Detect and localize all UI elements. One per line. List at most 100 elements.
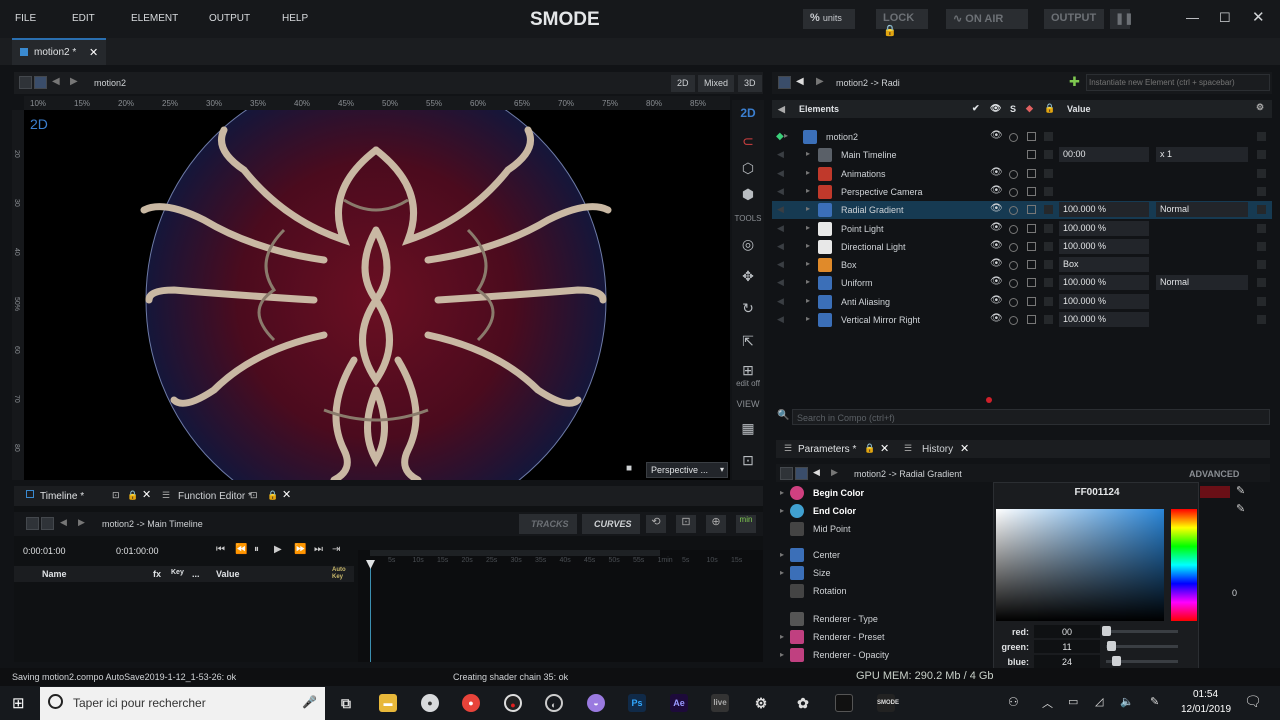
- lock-icon[interactable]: [19, 76, 32, 89]
- menu-help[interactable]: HELP: [282, 13, 308, 24]
- forward-arrow-icon[interactable]: ▶: [70, 76, 78, 87]
- expand-icon[interactable]: ▸: [806, 204, 810, 213]
- battery-icon[interactable]: ▭: [1068, 695, 1078, 708]
- back-arrow-icon[interactable]: ◀: [813, 467, 820, 478]
- viewport[interactable]: 2D ■ Perspective ... ▾: [24, 110, 730, 480]
- tab-parameters[interactable]: Parameters *: [798, 444, 856, 455]
- tab-function-editor[interactable]: Function Editor *: [178, 491, 252, 502]
- back-arrow-icon[interactable]: ◀: [60, 517, 67, 528]
- eye-icon[interactable]: 👁: [990, 258, 1003, 269]
- fit-icon[interactable]: ⊡: [676, 515, 696, 533]
- eye-icon[interactable]: 👁: [990, 295, 1003, 306]
- notifications-icon[interactable]: 🗨: [1244, 693, 1262, 710]
- enable-checkbox[interactable]: [1027, 186, 1036, 196]
- minimize-timeline-icon[interactable]: min: [736, 515, 756, 533]
- add-element-icon[interactable]: ✚: [1069, 74, 1080, 90]
- expand-icon[interactable]: ▸: [806, 186, 810, 195]
- solo-dot[interactable]: [1009, 187, 1018, 197]
- camera-select[interactable]: Perspective ... ▾: [646, 462, 728, 478]
- after-effects-icon[interactable]: Ae: [670, 694, 688, 712]
- back-arrow-icon[interactable]: ◀: [52, 76, 60, 87]
- cube-icon[interactable]: ⬢: [738, 186, 758, 206]
- element-lock[interactable]: [1044, 168, 1053, 178]
- channel-value[interactable]: 00: [1034, 625, 1100, 638]
- saturation-value-field[interactable]: [996, 509, 1164, 621]
- tab-timeline[interactable]: Timeline *: [40, 491, 84, 502]
- obs-icon[interactable]: ◐: [545, 694, 563, 712]
- channel-slider-thumb[interactable]: [1102, 626, 1111, 636]
- element-row[interactable]: ◀ ▸ Anti Aliasing 👁 100.000 %: [772, 293, 1272, 311]
- time-range-bar[interactable]: [370, 550, 660, 556]
- app-icon-4[interactable]: [835, 694, 853, 712]
- maximize-icon[interactable]: ☐: [1219, 10, 1231, 26]
- element-row[interactable]: ◀ ▸ Vertical Mirror Right 👁 100.000 %: [772, 311, 1272, 329]
- element-row[interactable]: ◀ ▸ Perspective Camera 👁: [772, 183, 1272, 201]
- lock-icon[interactable]: 🔒: [127, 490, 138, 501]
- element-value-2[interactable]: Normal: [1156, 202, 1248, 218]
- step-forward-icon[interactable]: ⏩: [294, 544, 306, 555]
- view-mixed-button[interactable]: Mixed: [698, 75, 735, 92]
- compo-search-input[interactable]: Search in Compo (ctrl+f): [792, 409, 1270, 425]
- parameter-row[interactable]: ▸ Renderer - Preset: [776, 628, 996, 646]
- element-value[interactable]: 100.000 %: [1059, 220, 1149, 236]
- expand-icon[interactable]: ▸: [780, 568, 784, 577]
- eye-icon[interactable]: 👁: [990, 167, 1003, 178]
- rotate-icon[interactable]: ↻: [738, 300, 758, 320]
- close-tab-icon[interactable]: ✕: [880, 442, 889, 455]
- menu-file[interactable]: FILE: [15, 13, 36, 24]
- parameter-row[interactable]: Renderer - Type: [776, 610, 996, 628]
- element-row[interactable]: ◀ ▸ Main Timeline 00:00 x 1: [772, 146, 1272, 164]
- solo-dot[interactable]: [1009, 224, 1018, 234]
- enable-checkbox[interactable]: [1027, 150, 1036, 160]
- element-value[interactable]: 00:00: [1059, 147, 1149, 163]
- enable-checkbox[interactable]: [1027, 223, 1036, 233]
- collapse-icon[interactable]: ◀: [778, 104, 785, 115]
- zoom-icon[interactable]: ⊕: [706, 515, 726, 533]
- snapshot-icon[interactable]: ⊡: [738, 452, 758, 472]
- eye-icon[interactable]: 👁: [990, 222, 1003, 233]
- enable-checkbox[interactable]: [1027, 168, 1036, 178]
- parameter-row[interactable]: ▸ Renderer - Opacity: [776, 646, 996, 664]
- lock-icon[interactable]: [26, 517, 39, 530]
- lock-icon-2[interactable]: 🔒: [267, 490, 278, 501]
- taskbar-search[interactable]: Taper ici pour rechercher 🎤: [40, 687, 325, 720]
- scale-icon[interactable]: ⇱: [738, 333, 758, 353]
- forward-arrow-icon[interactable]: ▶: [816, 76, 824, 87]
- solo-dot[interactable]: [1009, 279, 1018, 289]
- solo-dot[interactable]: [1009, 242, 1018, 252]
- element-value[interactable]: 100.000 %: [1059, 275, 1149, 291]
- curves-button[interactable]: CURVES: [582, 514, 640, 534]
- solo-dot[interactable]: [1009, 133, 1018, 142]
- element-value[interactable]: 100.000 %: [1059, 312, 1149, 327]
- playhead[interactable]: [370, 564, 371, 662]
- chrome-icon[interactable]: ●: [462, 694, 480, 712]
- expand-icon[interactable]: ▸: [806, 168, 810, 177]
- enable-checkbox[interactable]: [1027, 132, 1036, 141]
- grid-icon[interactable]: ▦: [738, 420, 758, 440]
- element-row[interactable]: ◀ ▸ Point Light 👁 100.000 %: [772, 220, 1272, 238]
- photoshop-icon[interactable]: Ps: [628, 694, 646, 712]
- element-row[interactable]: ◀ ▸ Directional Light 👁 100.000 %: [772, 238, 1272, 256]
- advanced-toggle[interactable]: ADVANCED: [1189, 469, 1239, 479]
- channel-slider-thumb[interactable]: [1112, 656, 1122, 666]
- tracks-button[interactable]: TRACKS: [519, 514, 577, 534]
- on-air-button[interactable]: ∿ ON AIR: [946, 9, 1028, 29]
- view-3d-button[interactable]: 3D: [738, 75, 762, 92]
- forward-arrow-icon[interactable]: ▶: [831, 467, 838, 478]
- smode-taskbar-icon[interactable]: SMODE: [877, 694, 899, 712]
- element-value[interactable]: Box: [1059, 257, 1149, 273]
- loop-icon[interactable]: ⟲: [646, 515, 666, 533]
- expand-icon[interactable]: ▸: [806, 314, 810, 323]
- expand-icon[interactable]: ▸: [806, 296, 810, 305]
- close-tab-icon[interactable]: ✕: [89, 46, 98, 59]
- element-value-2[interactable]: Normal: [1156, 275, 1248, 291]
- channel-slider-track[interactable]: [1106, 645, 1178, 648]
- element-lock[interactable]: [1044, 241, 1053, 251]
- people-icon[interactable]: ⚇: [1008, 695, 1019, 709]
- menu-edit[interactable]: EDIT: [72, 13, 95, 24]
- play-icon[interactable]: ▶: [274, 544, 282, 555]
- app-icon-1[interactable]: ●: [421, 694, 439, 712]
- eye-icon[interactable]: 👁: [990, 276, 1003, 287]
- element-lock[interactable]: [1044, 278, 1053, 288]
- chevron-up-icon[interactable]: ︿: [1042, 695, 1053, 711]
